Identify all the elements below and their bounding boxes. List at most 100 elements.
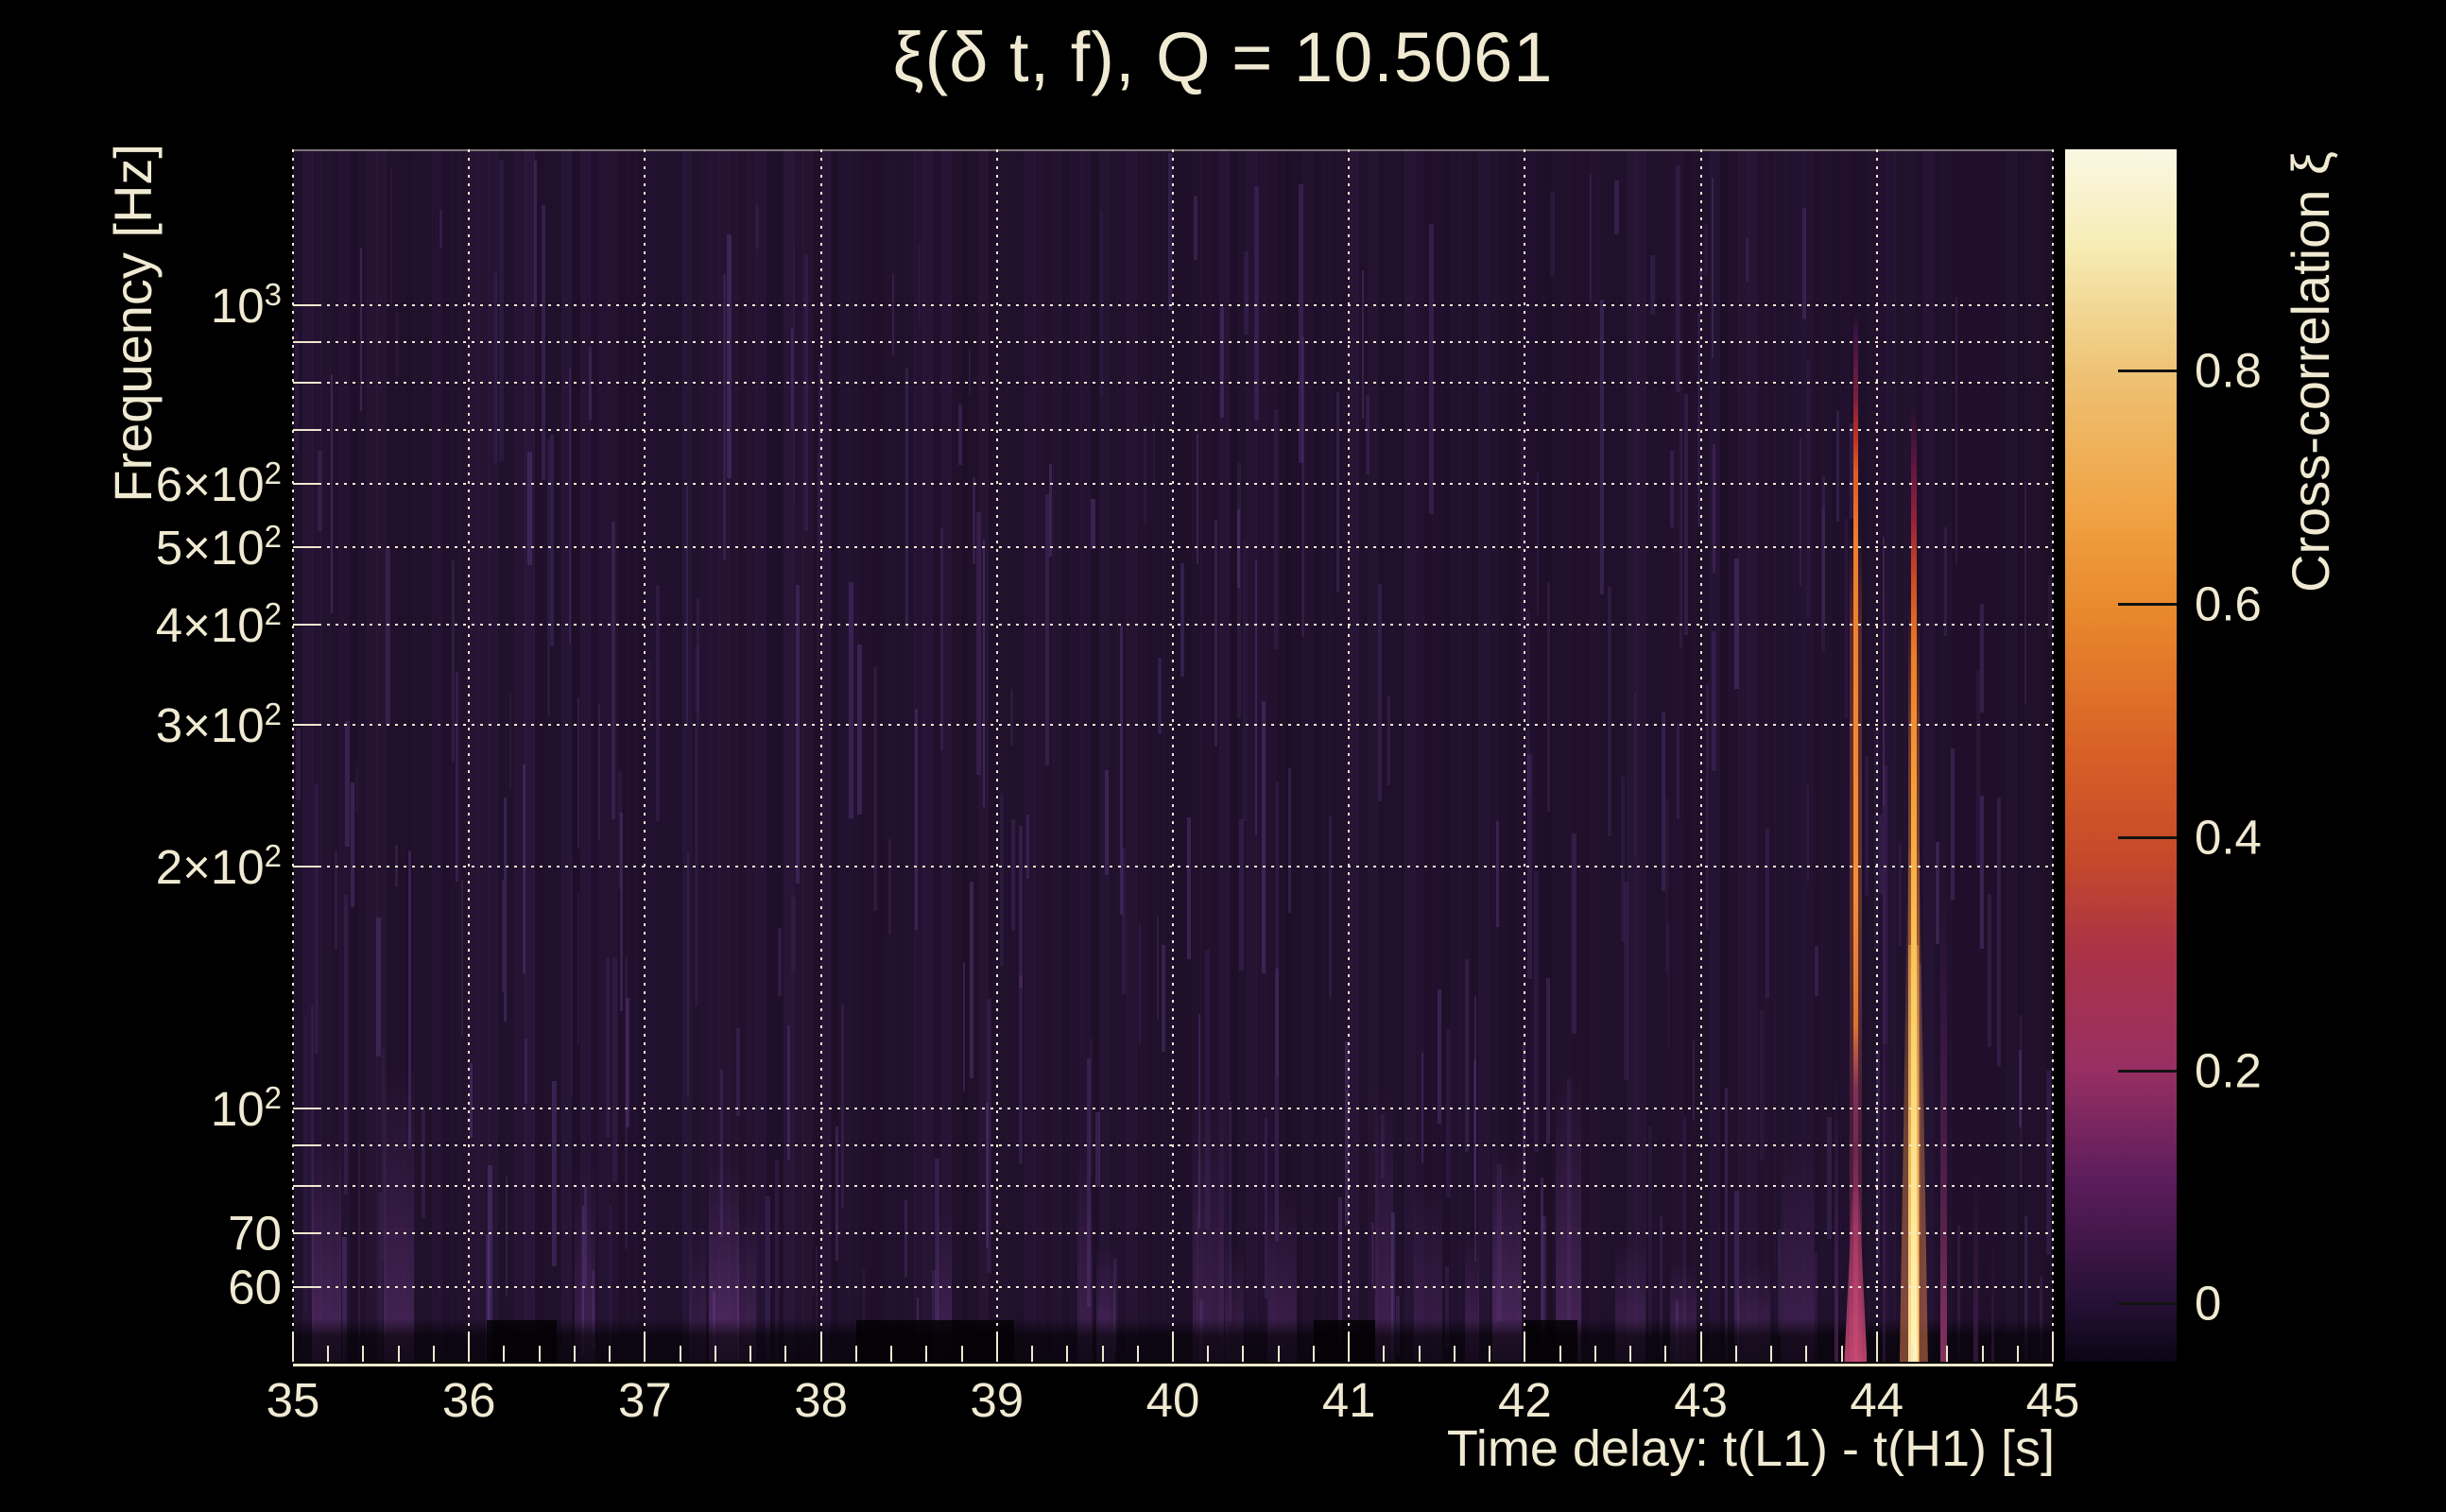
x-tick-mark: [1981, 1346, 1984, 1362]
v-gridline: [292, 149, 294, 1362]
noise-line: [1157, 658, 1163, 734]
noise-line: [1525, 609, 1531, 795]
noise-line: [1220, 307, 1225, 418]
x-tick-mark: [327, 1346, 330, 1362]
noise-line: [1139, 924, 1142, 1044]
y-tick-mark: [293, 428, 321, 431]
noise-line: [685, 485, 689, 727]
x-tick-mark: [609, 1346, 612, 1362]
x-tick-mark: [1911, 1346, 1914, 1362]
noise-line: [1589, 175, 1593, 301]
bottom-dark-segment: [1313, 1320, 1376, 1362]
x-tick-mark: [819, 1333, 822, 1362]
noise-line: [1090, 499, 1095, 550]
noise-line: [939, 527, 944, 751]
noise-line: [841, 1004, 844, 1209]
noise-line: [624, 955, 629, 1249]
noise-line: [1104, 770, 1109, 875]
noise-line: [1144, 425, 1146, 525]
noise-line: [1634, 693, 1637, 856]
noise-line: [1943, 526, 1947, 637]
v-gridline: [819, 149, 822, 1362]
noise-line: [849, 582, 853, 818]
x-tick-mark: [292, 1333, 294, 1362]
colorbar: [2065, 149, 2177, 1362]
noise-line: [796, 584, 801, 885]
noise-line: [2019, 1015, 2023, 1186]
noise-line: [1648, 1126, 1653, 1335]
v-gridline: [1172, 149, 1174, 1362]
x-tick-mark: [1805, 1346, 1808, 1362]
noise-line: [983, 539, 986, 807]
noise-line: [577, 893, 580, 1045]
y-tick-mark: [293, 545, 321, 548]
v-gridline: [1348, 149, 1351, 1362]
x-tick-mark: [714, 1346, 716, 1362]
noise-line: [1665, 799, 1669, 974]
noise-line: [1679, 430, 1683, 648]
noise-line: [1746, 237, 1749, 283]
x-tick-mark: [1946, 1346, 1949, 1362]
x-tick-mark: [1348, 1333, 1351, 1362]
v-gridline: [644, 149, 646, 1362]
noise-line: [330, 373, 334, 613]
noise-line: [1549, 192, 1555, 278]
y-tick-mark: [293, 724, 321, 727]
noise-line: [386, 549, 390, 724]
noise-line: [389, 168, 393, 307]
noise-line: [1704, 224, 1708, 276]
noise-line: [1621, 777, 1625, 941]
low-freq-noise-blob: [383, 1065, 414, 1362]
noise-line: [1844, 519, 1848, 719]
noise-line: [499, 159, 504, 461]
colorbar-tick-mark: [2118, 1069, 2177, 1073]
x-tick-mark: [1031, 1346, 1034, 1362]
x-tick-mark: [1840, 1346, 1843, 1362]
noise-line: [345, 721, 350, 848]
noise-line: [1446, 1028, 1451, 1197]
streak-faint: [1882, 529, 1886, 1362]
streak-faint: [1940, 888, 1948, 1362]
v-gridline: [1524, 149, 1526, 1362]
noise-line: [722, 273, 726, 560]
x-tick-mark: [397, 1346, 400, 1362]
x-tick-mark: [995, 1333, 998, 1362]
noise-line: [1572, 833, 1577, 1035]
x-tick-mark: [1383, 1346, 1386, 1362]
noise-line: [1262, 701, 1266, 973]
noise-line: [1547, 582, 1550, 812]
noise-line: [1614, 180, 1619, 235]
noise-line: [973, 477, 976, 565]
noise-line: [294, 331, 300, 453]
noise-line: [1806, 360, 1810, 619]
y-tick-mark: [293, 482, 321, 485]
x-tick-mark: [960, 1346, 963, 1362]
noise-line: [904, 369, 909, 628]
noise-line: [1987, 893, 1991, 1047]
noise-line: [962, 962, 965, 1092]
noise-line: [1495, 821, 1500, 928]
y-tick-mark: [293, 340, 321, 343]
noise-line: [791, 897, 796, 972]
x-tick-mark: [1875, 1333, 1878, 1362]
x-tick-mark: [1172, 1333, 1174, 1362]
noise-line: [1465, 958, 1470, 1152]
y-tick-mark: [293, 1143, 321, 1146]
noise-line: [1979, 603, 1985, 713]
y-tick-mark: [293, 303, 321, 306]
noise-line: [1950, 748, 1955, 900]
noise-line: [360, 248, 363, 412]
noise-line: [1365, 394, 1369, 474]
colorbar-tick-label: 0.8: [2195, 343, 2262, 398]
v-gridline: [1875, 149, 1878, 1362]
noise-line: [1237, 509, 1240, 588]
x-tick-mark: [1242, 1346, 1245, 1362]
noise-line: [999, 792, 1005, 966]
noise-line: [915, 708, 919, 931]
colorbar-tick-mark: [2118, 603, 2177, 607]
noise-line: [872, 666, 877, 911]
noise-line: [351, 782, 354, 908]
figure-canvas: ξ(δ t, f), Q = 10.5061 35 36 37 38 39 40 41 42 4…: [0, 0, 2446, 1512]
noise-line: [1180, 563, 1185, 678]
noise-line: [612, 521, 615, 819]
